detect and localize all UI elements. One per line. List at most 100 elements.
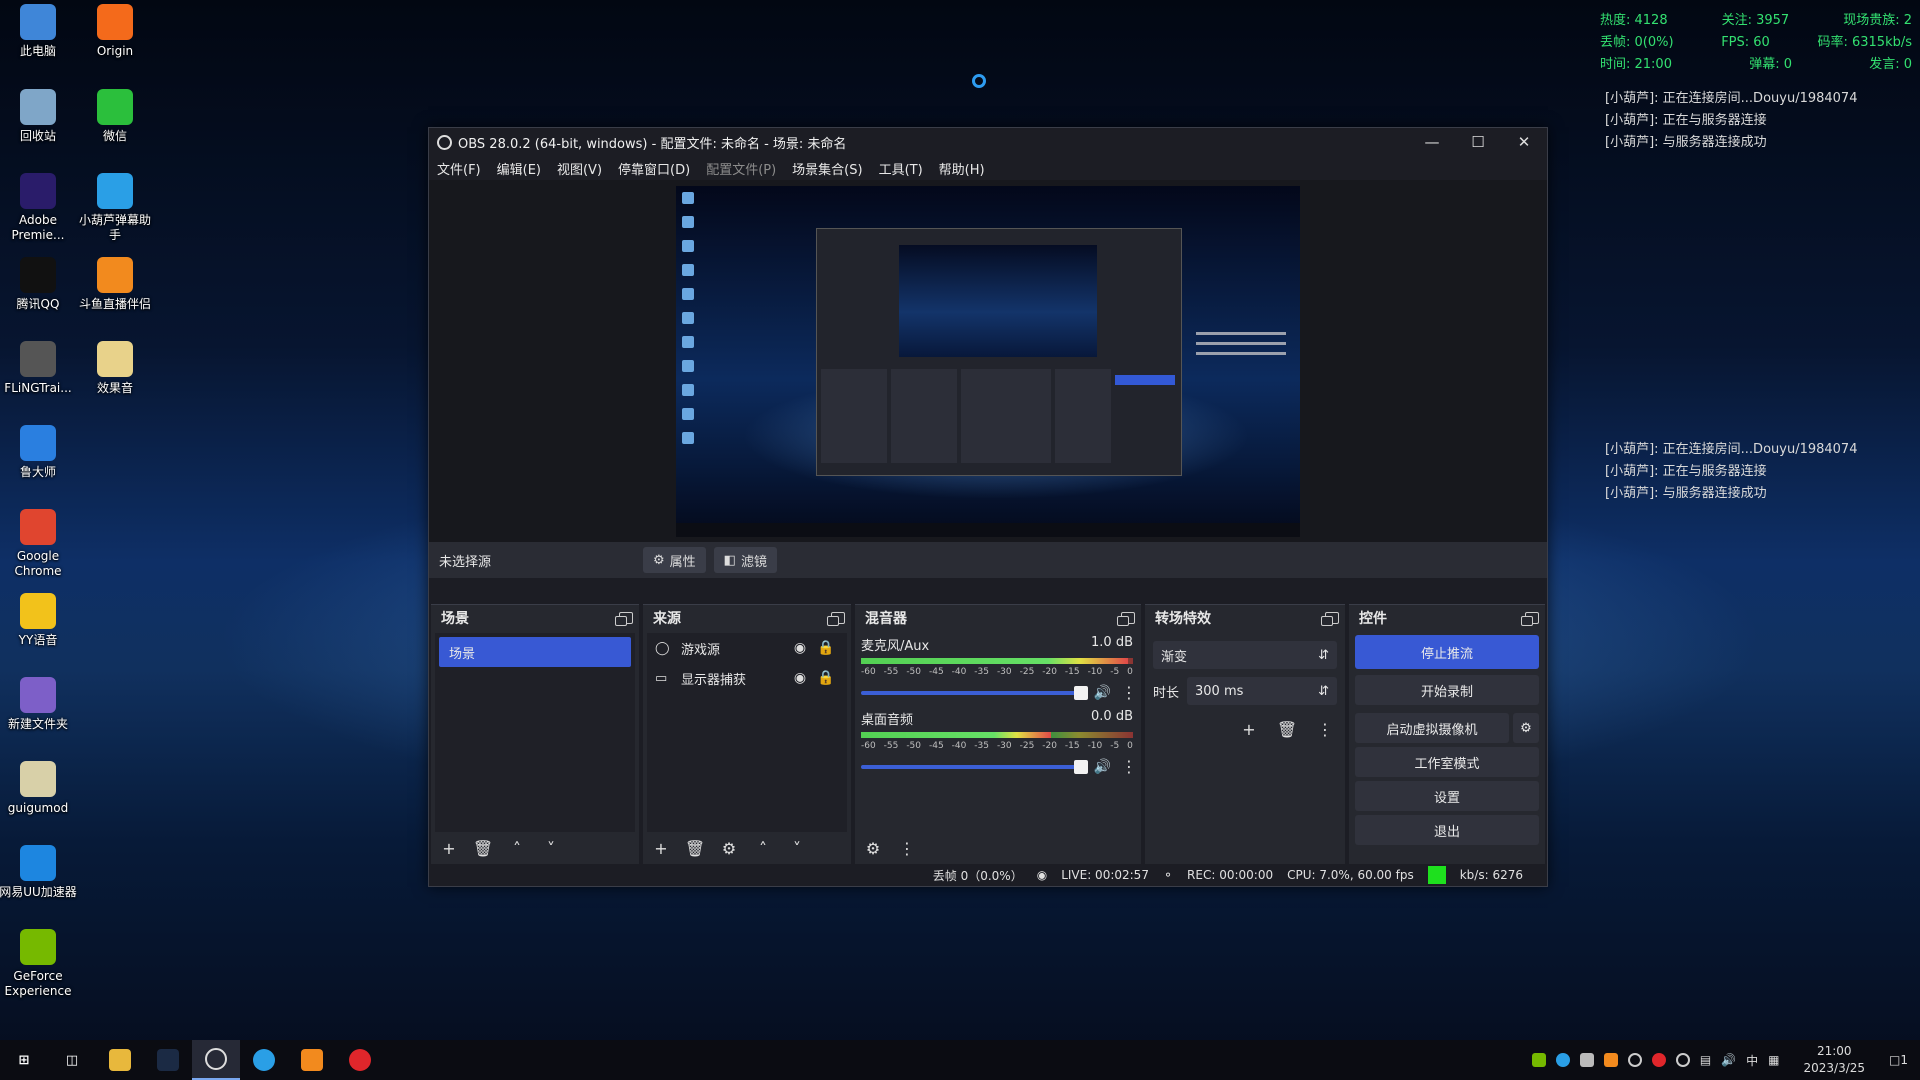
maximize-button[interactable]: ☐ — [1455, 128, 1501, 156]
lock-icon[interactable]: 🔒 — [813, 670, 839, 686]
task-view-button[interactable]: ◫ — [48, 1040, 96, 1080]
desktop-shortcut[interactable]: Adobe Premie... — [0, 173, 78, 243]
desktop-shortcut[interactable]: 网易UU加速器 — [0, 845, 78, 900]
eye-icon[interactable]: ◉ — [787, 640, 813, 656]
menu-edit[interactable]: 编辑(E) — [497, 159, 541, 178]
gear-icon[interactable]: ⚙ — [717, 836, 741, 860]
chat-line: [小葫芦]: 正在连接房间...Douyu/1984074 — [1605, 91, 1858, 106]
trash-icon[interactable]: 🗑 — [683, 836, 707, 860]
settings-button[interactable]: 设置 — [1355, 781, 1539, 811]
start-button[interactable]: ⊞ — [0, 1040, 48, 1080]
stream-preview[interactable] — [676, 186, 1300, 537]
more-options-icon[interactable]: ⋮ — [1313, 717, 1337, 741]
source-item[interactable]: ◯ 游戏源 ◉ 🔒 — [647, 633, 847, 663]
move-down-icon[interactable]: ˅ — [539, 836, 563, 860]
trash-icon[interactable]: 🗑 — [471, 836, 495, 860]
desktop-shortcut[interactable]: 回收站 — [0, 89, 78, 144]
duration-spinbox[interactable]: 300 ms ⇵ — [1187, 677, 1337, 705]
more-options-icon[interactable]: ⋮ — [1121, 757, 1137, 776]
start-recording-button[interactable]: 开始录制 — [1355, 675, 1539, 705]
volume-knob[interactable] — [1073, 759, 1088, 774]
speaker-icon[interactable]: 🔊 — [1094, 759, 1111, 775]
menu-file[interactable]: 文件(F) — [437, 159, 481, 178]
studio-mode-button[interactable]: 工作室模式 — [1355, 747, 1539, 777]
source-item[interactable]: ▭ 显示器捕获 ◉ 🔒 — [647, 663, 847, 693]
netease-tray-icon[interactable] — [1651, 1053, 1666, 1067]
desktop-shortcut[interactable]: 微信 — [75, 89, 155, 144]
obs-titlebar[interactable]: OBS 28.0.2 (64-bit, windows) - 配置文件: 未命名… — [429, 128, 1547, 156]
filters-button[interactable]: ◧ 滤镜 — [713, 547, 777, 573]
taskbar-steam[interactable] — [144, 1040, 192, 1080]
desktop-shortcut[interactable]: 腾讯QQ — [0, 257, 78, 312]
properties-button[interactable]: ⚙ 属性 — [643, 547, 706, 573]
desktop-shortcut[interactable]: Origin — [75, 4, 155, 59]
clock[interactable]: 21:00 2023/3/25 — [1803, 1043, 1865, 1077]
desktop-shortcut[interactable]: 小葫芦弹幕助手 — [75, 173, 155, 243]
desktop-shortcut[interactable]: GeForce Experience — [0, 929, 78, 999]
xiaohulu-tray-icon[interactable] — [1555, 1053, 1570, 1067]
volume-knob[interactable] — [1073, 685, 1088, 700]
minimize-button[interactable]: — — [1409, 128, 1455, 156]
steam-tray-icon[interactable] — [1675, 1053, 1690, 1067]
stop-streaming-button[interactable]: 停止推流 — [1355, 635, 1539, 669]
taskbar-douyu[interactable] — [288, 1040, 336, 1080]
menu-profile[interactable]: 配置文件(P) — [706, 159, 776, 178]
network-icon[interactable]: ▤ — [1700, 1053, 1711, 1067]
transition-select[interactable]: 渐变 ⇵ — [1153, 641, 1337, 669]
keyboard-layout-icon[interactable]: ▦ — [1768, 1053, 1779, 1067]
desktop-shortcut[interactable]: 新建文件夹 — [0, 677, 78, 732]
taskbar-xiaohulu[interactable] — [240, 1040, 288, 1080]
more-options-icon[interactable]: ⋮ — [895, 836, 919, 860]
menu-tools[interactable]: 工具(T) — [879, 159, 923, 178]
desktop-shortcut[interactable]: Google Chrome — [0, 509, 78, 579]
desktop-shortcut[interactable]: guigumod — [0, 761, 78, 816]
meter-ticks: -60 -55 -50 -45 -40 -35 -30 -25 -20 -15 -10 -5 0 — [861, 741, 1133, 751]
undock-icon[interactable] — [827, 612, 845, 626]
undock-icon[interactable] — [615, 612, 633, 626]
taskbar-netease-music[interactable] — [336, 1040, 384, 1080]
add-icon[interactable]: + — [649, 836, 673, 860]
trash-icon[interactable]: 🗑 — [1275, 717, 1299, 741]
desktop-shortcut[interactable]: FLiNGTrai... — [0, 341, 78, 396]
move-up-icon[interactable]: ˄ — [751, 836, 775, 860]
taskbar-explorer[interactable] — [96, 1040, 144, 1080]
start-virtual-camera-button[interactable]: 启动虚拟摄像机 — [1355, 713, 1509, 743]
tray-app-icon[interactable] — [1579, 1053, 1594, 1067]
virtual-camera-settings-button[interactable]: ⚙ — [1513, 713, 1539, 743]
scene-item[interactable]: 场景 — [439, 637, 631, 667]
menu-view[interactable]: 视图(V) — [557, 159, 602, 178]
nvidia-tray-icon[interactable] — [1531, 1053, 1546, 1067]
lock-icon[interactable]: 🔒 — [813, 640, 839, 656]
spin-arrows-icon[interactable]: ⇵ — [1318, 684, 1329, 699]
notification-icon[interactable]: □1 — [1889, 1053, 1908, 1067]
desktop-shortcut[interactable]: 效果音 — [75, 341, 155, 396]
undock-icon[interactable] — [1117, 612, 1135, 626]
move-up-icon[interactable]: ˄ — [505, 836, 529, 860]
taskbar-obs[interactable] — [192, 1040, 240, 1080]
add-icon[interactable]: + — [1237, 717, 1261, 741]
eye-icon[interactable]: ◉ — [787, 670, 813, 686]
undock-icon[interactable] — [1521, 612, 1539, 626]
desktop-shortcut[interactable]: YY语音 — [0, 593, 78, 648]
menu-docks[interactable]: 停靠窗口(D) — [618, 159, 690, 178]
close-button[interactable]: ✕ — [1501, 128, 1547, 156]
volume-slider[interactable] — [861, 685, 1088, 700]
speaker-icon[interactable]: 🔊 — [1094, 685, 1111, 701]
advanced-audio-icon[interactable]: ⚙ — [861, 836, 885, 860]
douyu-tray-icon[interactable] — [1603, 1053, 1618, 1067]
desktop-shortcut[interactable]: 鲁大师 — [0, 425, 78, 480]
ime-indicator[interactable]: 中 — [1746, 1052, 1758, 1069]
netease-music-icon — [349, 1049, 371, 1071]
volume-slider[interactable] — [861, 759, 1088, 774]
move-down-icon[interactable]: ˅ — [785, 836, 809, 860]
obs-tray-icon[interactable] — [1627, 1053, 1642, 1067]
more-options-icon[interactable]: ⋮ — [1121, 683, 1137, 702]
menu-scene-collection[interactable]: 场景集合(S) — [792, 159, 862, 178]
volume-icon[interactable]: 🔊 — [1721, 1053, 1736, 1067]
exit-button[interactable]: 退出 — [1355, 815, 1539, 845]
undock-icon[interactable] — [1321, 612, 1339, 626]
menu-help[interactable]: 帮助(H) — [939, 159, 985, 178]
desktop-shortcut[interactable]: 斗鱼直播伴侣 — [75, 257, 155, 312]
desktop-shortcut[interactable]: 此电脑 — [0, 4, 78, 59]
add-icon[interactable]: + — [437, 836, 461, 860]
